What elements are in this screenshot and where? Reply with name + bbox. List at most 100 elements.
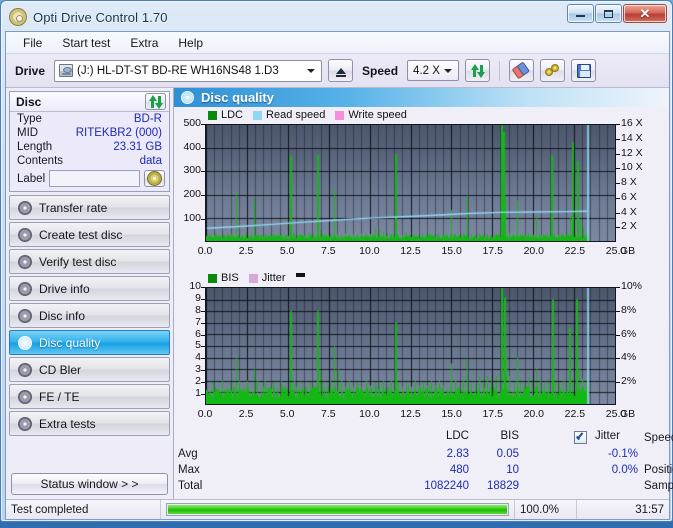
x-tick-label: 2.5 (238, 408, 254, 421)
status-window-button[interactable]: Status window > > (11, 473, 168, 495)
y2-tick-mark (616, 138, 620, 140)
ldc-plot-area[interactable] (205, 124, 616, 243)
jitter-label: Jitter (595, 430, 620, 443)
stats-jitter-avg: -0.1% (607, 448, 638, 461)
disc-label-input[interactable] (49, 170, 140, 187)
x-tick-label: 0.0 (197, 408, 213, 421)
minimize-button[interactable] (567, 4, 594, 23)
erase-button[interactable] (509, 59, 535, 82)
y-tick-mark (201, 393, 205, 395)
menu-start-test[interactable]: Start test (53, 33, 119, 53)
disc-panel-title: Disc (16, 94, 42, 109)
y-tick-mark (201, 369, 205, 371)
y2-tick-label: 14 X (621, 131, 643, 144)
legend-label-bis: BIS (221, 272, 239, 285)
y2-tick-label: 6 X (621, 190, 637, 203)
eject-button[interactable] (328, 59, 354, 82)
disc-icon (18, 281, 32, 296)
drive-icon (59, 64, 74, 77)
y2-tick-mark (616, 153, 620, 155)
page-title: Disc quality (201, 90, 274, 106)
x-tick-label: 5.0 (279, 408, 295, 421)
stats-col-ldc: LDC (445, 430, 469, 443)
x-tick-label: 12.5 (400, 245, 421, 258)
y-tick-label: 1 (195, 386, 201, 399)
menu-help[interactable]: Help (169, 33, 212, 53)
y-tick-label: 6 (195, 327, 201, 340)
app-window: Opti Drive Control 1.70 ✕ File Start tes… (0, 0, 673, 522)
stats-max-ldc: 480 (449, 464, 469, 477)
x-tick-label: 15.0 (441, 245, 462, 258)
menu-extra[interactable]: Extra (121, 33, 167, 53)
sidebar-item-cd-bler[interactable]: CD Bler (9, 357, 170, 382)
sidebar-item-fe-te[interactable]: FE / TE (9, 384, 170, 409)
body-split: Disc Type BD-R MID RITEKBR2 (000) Length… (6, 88, 673, 499)
x-tick-label: 2.5 (238, 245, 254, 258)
y2-tick-mark (616, 310, 620, 312)
disc-label-button[interactable] (144, 170, 165, 187)
disc-label-key: Label (17, 172, 46, 185)
disc-row-length-value: 23.31 GB (113, 141, 162, 153)
stats-speed-label: Speed (644, 432, 673, 445)
drive-select-value: (J:) HL-DT-ST BD-RE WH16NS48 1.D3 (77, 64, 279, 77)
status-window-wrap: Status window > > (9, 469, 170, 499)
y-tick-mark (201, 218, 205, 220)
refresh-button[interactable] (465, 59, 491, 82)
y-tick-label: 10 (189, 280, 201, 293)
y-tick-mark (201, 346, 205, 348)
chevron-down-icon (440, 62, 456, 80)
sidebar-item-extra-tests[interactable]: Extra tests (9, 411, 170, 436)
sidebar-item-label: Disc quality (39, 335, 101, 350)
disc-icon (18, 335, 32, 350)
save-floppy-icon (576, 63, 591, 78)
sidebar-item-label: FE / TE (39, 389, 80, 404)
y-tick-mark (201, 171, 205, 173)
y2-tick-label: 10% (621, 280, 643, 293)
disc-row-type-value: BD-R (133, 113, 162, 125)
y2-tick-mark (616, 334, 620, 336)
y-tick-label: 5 (195, 339, 201, 352)
save-button[interactable] (571, 59, 597, 82)
eraser-icon (511, 61, 532, 80)
elapsed-time: 31:57 (635, 503, 664, 516)
legend-label-write-speed: Write speed (348, 109, 407, 122)
disc-refresh-button[interactable] (145, 93, 166, 110)
disc-icon (18, 416, 32, 431)
gears-icon (545, 63, 560, 78)
jitter-checkbox[interactable] (574, 431, 587, 445)
x-tick-label: 20.0 (523, 245, 545, 258)
x-tick-label: 22.5 (564, 245, 586, 258)
disc-row-mid: MID RITEKBR2 (000) (10, 126, 169, 140)
x-tick-label: 22.5 (564, 408, 586, 421)
menu-file[interactable]: File (14, 33, 51, 53)
tools-button[interactable] (540, 59, 566, 82)
y-tick-mark (201, 358, 205, 360)
sidebar-item-disc-info[interactable]: Disc info (9, 303, 170, 328)
legend-swatch-write-speed (335, 110, 345, 120)
maximize-button[interactable] (595, 4, 622, 23)
speed-select[interactable]: 4.2 X (407, 60, 460, 81)
y-tick-label: 500 (183, 117, 201, 130)
sidebar-item-drive-info[interactable]: Drive info (9, 276, 170, 301)
y-tick-label: 100 (183, 211, 201, 224)
y2-tick-label: 2% (621, 374, 637, 387)
sidebar-item-transfer-rate[interactable]: Transfer rate (9, 195, 170, 220)
x-tick-label: 17.5 (482, 408, 503, 421)
sidebar-item-create-test-disc[interactable]: Create test disc (9, 222, 170, 247)
sidebar-item-disc-quality[interactable]: Disc quality (9, 330, 170, 355)
legend-swatch-read-speed (253, 110, 263, 120)
drive-select[interactable]: (J:) HL-DT-ST BD-RE WH16NS48 1.D3 (54, 59, 323, 82)
x-tick-label: 25.0 (605, 245, 627, 258)
window-title: Opti Drive Control 1.70 (33, 9, 168, 25)
disc-row-contents-key: Contents (17, 155, 64, 167)
bis-plot-area[interactable] (205, 287, 616, 406)
legend-swatch-jitter (248, 273, 258, 283)
y-tick-label: 4 (195, 351, 201, 364)
x-tick-label: 17.5 (482, 245, 503, 258)
stats-row-total: Total (178, 480, 203, 493)
ldc-chart-block: LDC Read speed Write speed GB 100 200 300 4… (174, 107, 669, 272)
disc-icon (18, 227, 32, 242)
close-button[interactable]: ✕ (623, 4, 667, 23)
sidebar-item-verify-test-disc[interactable]: Verify test disc (9, 249, 170, 274)
y2-tick-mark (616, 358, 620, 360)
